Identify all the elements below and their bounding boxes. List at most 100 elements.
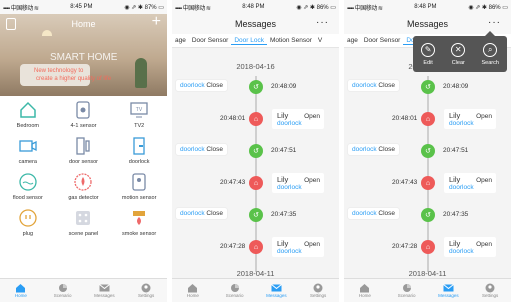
message-card[interactable]: doorlock Close [176, 208, 228, 219]
tab-messages[interactable]: Messages [84, 279, 126, 302]
unlock-status-icon: ↺ [421, 80, 435, 94]
tab-v[interactable]: V [315, 37, 325, 44]
battery-label: ◉ ⇗ ✱ 86% ▭ [296, 4, 336, 11]
home-header: Home + [0, 13, 167, 34]
device-tile[interactable]: camera [0, 136, 56, 167]
carrier-label: ▪▪▪▪ 中国移动 ≋ [175, 5, 211, 12]
settings-icon [313, 283, 324, 293]
device-tile[interactable]: Bedroom [0, 100, 56, 131]
message-row[interactable]: ⌂ 20:47:28 Lily Open doorlock [344, 236, 511, 258]
tab-motion-sensor[interactable]: Motion Sensor [267, 37, 315, 44]
device-tile[interactable]: plug [0, 208, 56, 239]
status-bar: ▪▪▪▪ 中国移动 ≋ 8:48 PM ◉ ⇗ ✱ 86% ▭ [344, 0, 511, 14]
device-label: flood sensor [12, 195, 43, 201]
device-tile[interactable]: doorlock [111, 136, 167, 167]
add-icon[interactable]: + [152, 13, 161, 31]
device-tile[interactable]: motion sensor [111, 172, 167, 203]
message-row[interactable]: ⌂ 20:47:28 Lily Open doorlock [172, 236, 339, 258]
message-card[interactable]: doorlock Close [348, 144, 400, 155]
event-time: 20:48:01 [392, 115, 418, 122]
mail-icon [99, 283, 110, 293]
tab-scenario[interactable]: Scenario [42, 279, 84, 302]
message-timeline: 2018-04-16 ↺doorlock Close20:48:09⌂20:48… [172, 48, 339, 278]
device-tile[interactable]: smoke sensor [111, 208, 167, 239]
message-card[interactable]: Lily Open doorlock [444, 173, 496, 193]
tab-door-lock[interactable]: Door Lock [231, 37, 267, 45]
tab-settings[interactable]: Settings [469, 279, 511, 302]
device-label: gas detector [68, 195, 99, 201]
message-card[interactable]: Lily Open doorlock [444, 237, 496, 257]
message-row[interactable]: ↺ doorlock Close 20:47:35 [172, 204, 339, 226]
tab-voltage[interactable]: age [172, 37, 189, 44]
menu-icon[interactable] [6, 18, 16, 30]
message-card[interactable]: doorlock Close [348, 80, 400, 91]
edit-button[interactable]: ✎ Edit [421, 42, 436, 66]
settings-icon [485, 283, 496, 293]
tab-messages[interactable]: Messages [256, 279, 298, 302]
more-icon[interactable]: ··· [488, 17, 501, 28]
device-label: door sensor [68, 159, 99, 165]
device-tile[interactable]: gas detector [56, 172, 112, 203]
message-card[interactable]: Lily Open doorlock [272, 173, 324, 193]
device-tile[interactable]: flood sensor [0, 172, 56, 203]
event-state: Close [378, 146, 396, 153]
event-time: 20:47:28 [220, 243, 246, 250]
tv-icon: TV [129, 100, 149, 120]
device-tile[interactable]: scene panel [56, 208, 112, 239]
message-row[interactable]: ↺ doorlock Close 20:47:51 [344, 140, 511, 162]
hero-line-2: create a higher quality of life [36, 76, 112, 82]
device-label: smoke sensor [122, 231, 157, 237]
category-tabs: age Door Sensor Door Lock Motion Sensor … [172, 34, 339, 48]
lock-alert-icon: ⌂ [421, 112, 435, 126]
message-row[interactable]: ⌂ 20:47:43 Lily Open doorlock [172, 172, 339, 194]
carrier-label: ▪▪▪▪ 中国移动 ≋ [3, 5, 39, 12]
tab-settings[interactable]: Settings [297, 279, 339, 302]
event-time: 20:48:09 [443, 83, 469, 90]
camera-icon [18, 136, 38, 156]
message-row[interactable]: ⌂ 20:47:43 Lily Open doorlock [344, 172, 511, 194]
tab-scenario[interactable]: Scenario [214, 279, 256, 302]
unlock-status-icon: ↺ [421, 208, 435, 222]
user-name: Lily [449, 239, 461, 248]
event-time: 20:47:51 [443, 147, 469, 154]
door-sensor-icon [73, 136, 93, 156]
device-tile[interactable]: door sensor [56, 136, 112, 167]
clear-icon: ✕ [451, 42, 466, 57]
tab-home[interactable]: Home [0, 279, 42, 302]
tab-voltage[interactable]: age [344, 37, 361, 44]
tab-door-sensor[interactable]: Door Sensor [361, 37, 404, 44]
unlock-status-icon: ↺ [249, 80, 263, 94]
device-grid: Bedroom 4-1 sensor TV TV2 camera door sensor d… [0, 100, 167, 239]
edit-icon: ✎ [421, 42, 436, 57]
page-title: Messages [234, 19, 277, 29]
device-label: motion sensor [121, 195, 157, 201]
message-card[interactable]: Lily Open doorlock [444, 109, 496, 129]
gas-icon [73, 172, 93, 192]
tab-messages[interactable]: Messages [428, 279, 470, 302]
tab-settings[interactable]: Settings [125, 279, 167, 302]
clear-button[interactable]: ✕ Clear [451, 42, 466, 66]
message-row[interactable]: ↺ doorlock Close 20:48:09 [344, 76, 511, 98]
tab-home[interactable]: Home [344, 279, 386, 302]
message-card[interactable]: Lily Open doorlock [272, 237, 324, 257]
event-time: 20:47:35 [443, 211, 469, 218]
device-tile[interactable]: 4-1 sensor [56, 100, 112, 131]
message-card[interactable]: Lily Open doorlock [272, 109, 324, 129]
message-card[interactable]: doorlock Close [348, 208, 400, 219]
device-label: 4-1 sensor [70, 123, 97, 129]
message-row[interactable]: ↺ doorlock Close 20:47:51 [172, 140, 339, 162]
message-row[interactable]: ↺ doorlock Close 20:48:09 [172, 76, 339, 98]
tab-home[interactable]: Home [172, 279, 214, 302]
message-row[interactable]: ⌂ 20:48:01 Lily Open doorlock [344, 108, 511, 130]
event-state: Open [304, 177, 320, 184]
message-card[interactable]: doorlock Close [176, 80, 228, 91]
device-tile[interactable]: TV TV2 [111, 100, 167, 131]
message-row[interactable]: ⌂ 20:48:01 Lily Open doorlock [172, 108, 339, 130]
message-row[interactable]: ↺ doorlock Close 20:47:35 [344, 204, 511, 226]
message-card[interactable]: doorlock Close [176, 144, 228, 155]
page-title: Home [71, 19, 96, 29]
tab-door-sensor[interactable]: Door Sensor [189, 37, 232, 44]
more-icon[interactable]: ··· [316, 17, 329, 28]
search-button[interactable]: ⌕ Search [481, 42, 499, 66]
tab-scenario[interactable]: Scenario [386, 279, 428, 302]
